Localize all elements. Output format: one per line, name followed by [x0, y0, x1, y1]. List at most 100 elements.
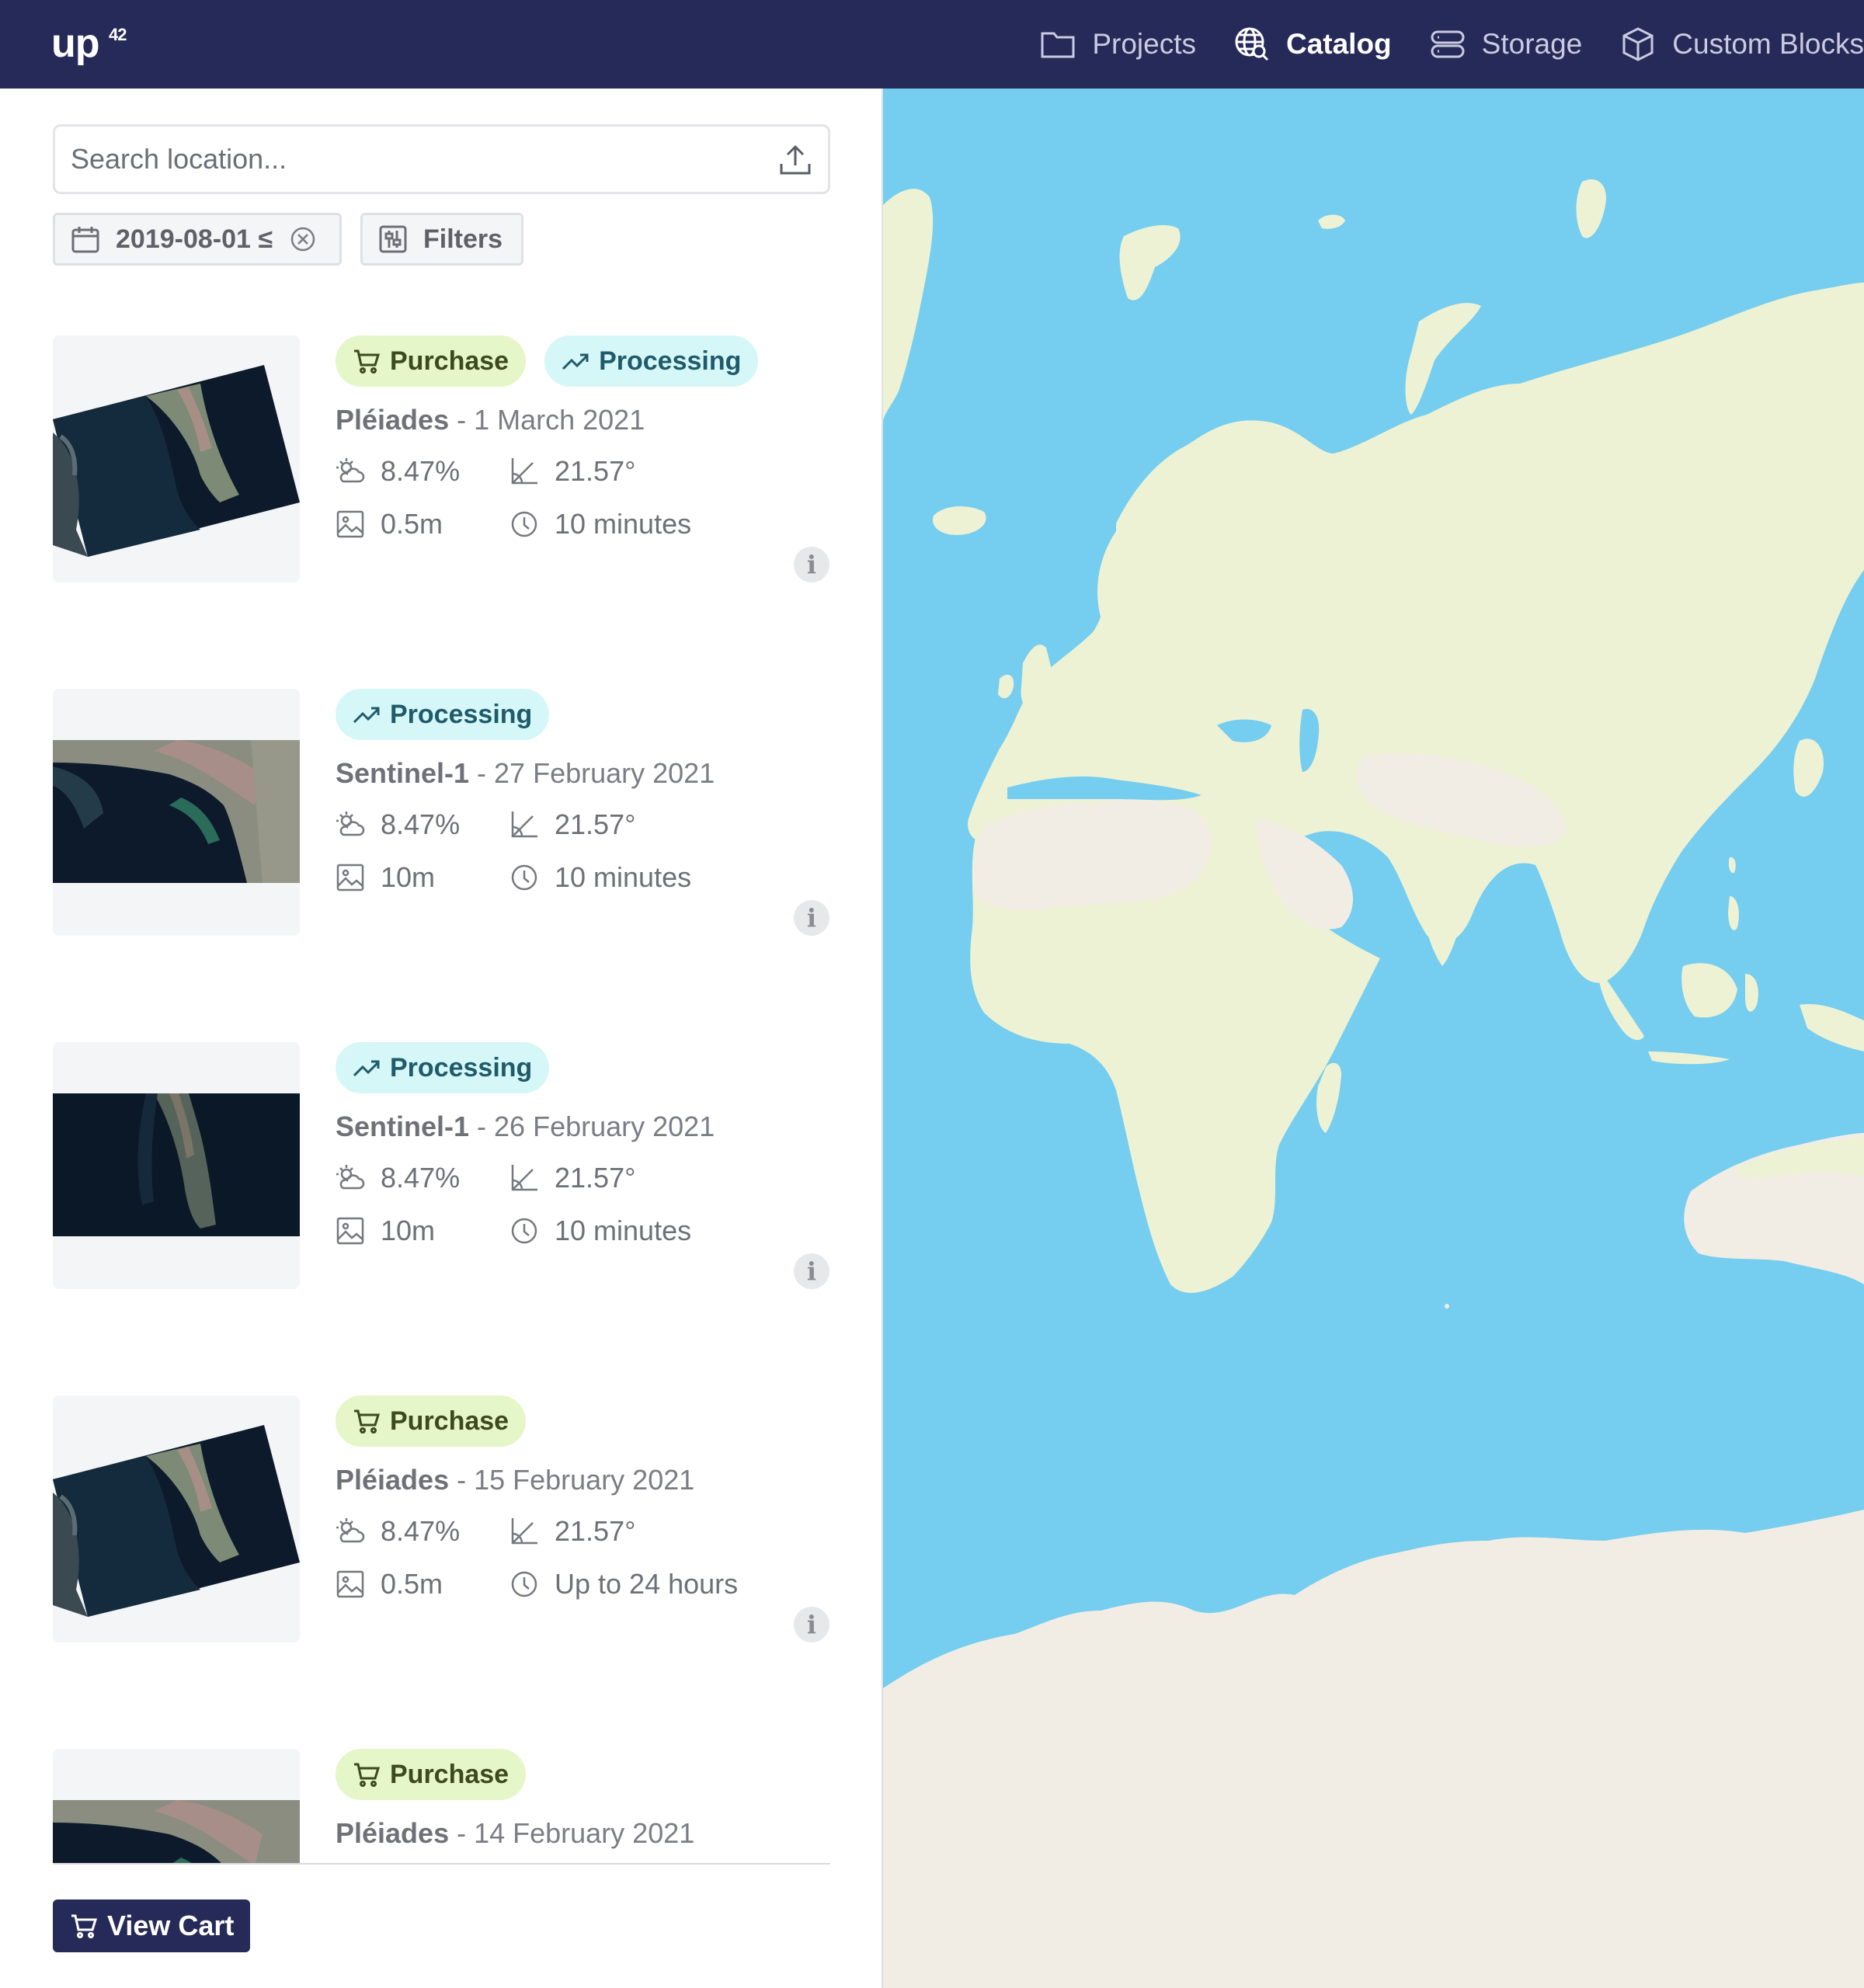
sensor-name: Sentinel-1	[336, 757, 470, 789]
angle-icon	[511, 1518, 537, 1545]
cart-icon	[354, 349, 381, 374]
cart-icon	[354, 1409, 381, 1434]
cloud-sun-icon	[336, 1518, 365, 1543]
cloud-value: 8.47%	[381, 808, 461, 840]
storage-icon	[1429, 26, 1466, 63]
processing-tag: Processing	[544, 335, 759, 387]
info-icon[interactable]: i	[794, 1607, 829, 1642]
cart-icon	[354, 1763, 381, 1787]
result-card[interactable]: Purchase Processing Pléiades - 1 March 2…	[53, 335, 830, 582]
filters-label: Filters	[423, 224, 503, 254]
info-icon[interactable]: i	[794, 900, 829, 936]
acquisition-date: - 27 February 2021	[469, 757, 715, 789]
acquisition-date: - 1 March 2021	[449, 404, 645, 436]
great-britain	[1021, 645, 1059, 718]
info-icon[interactable]: i	[794, 547, 829, 582]
delivery-value: 10 minutes	[555, 861, 692, 893]
filters-button[interactable]: Filters	[360, 213, 523, 266]
list-divider	[53, 1863, 830, 1865]
java	[1648, 1051, 1730, 1065]
angle-value: 21.57°	[555, 808, 636, 840]
delivery-time: 10 minutes	[509, 1215, 691, 1247]
scene-thumbnail	[53, 1395, 300, 1642]
nav-custom-blocks[interactable]: Custom Blocks	[1619, 26, 1864, 63]
nav-storage[interactable]: Storage	[1429, 26, 1582, 63]
trend-up-icon	[353, 1060, 380, 1077]
scene-title: Sentinel-1 - 26 February 2021	[336, 1110, 715, 1143]
search-location-input[interactable]	[71, 127, 770, 192]
resolution-value: 10m	[381, 1215, 436, 1246]
image-icon	[336, 1217, 364, 1245]
purchase-tag: Purchase	[336, 335, 527, 387]
cart-icon	[71, 1914, 98, 1938]
ireland	[998, 674, 1014, 699]
delivery-time: 10 minutes	[509, 861, 691, 894]
tag-group: Purchase	[336, 1395, 544, 1447]
incidence-angle: 21.57°	[509, 1515, 635, 1548]
tag-group: Purchase	[336, 1749, 544, 1800]
image-icon	[336, 864, 364, 891]
resolution-value: 0.5m	[381, 1568, 443, 1600]
delivery-time: Up to 24 hours	[509, 1568, 738, 1600]
nav-projects-label: Projects	[1092, 28, 1196, 60]
franz-josef-land	[1318, 214, 1345, 229]
cloud-value: 8.47%	[381, 1162, 461, 1194]
purchase-tag-label: Purchase	[390, 1406, 509, 1436]
date-filter-chip[interactable]: 2019-08-01 ≤	[53, 213, 342, 266]
delivery-value: 10 minutes	[555, 1215, 692, 1246]
clock-icon	[511, 864, 537, 891]
sensor-name: Sentinel-1	[336, 1110, 470, 1142]
upload-icon[interactable]	[777, 141, 814, 178]
world-map[interactable]	[883, 89, 1864, 1988]
view-cart-button[interactable]: View Cart	[53, 1899, 250, 1952]
processing-tag-label: Processing	[390, 1052, 533, 1083]
resolution: 0.5m	[336, 1568, 443, 1600]
processing-tag: Processing	[336, 689, 550, 740]
cloud-sun-icon	[336, 812, 365, 836]
nav-catalog-label: Catalog	[1285, 28, 1392, 60]
result-card[interactable]: Purchase Pléiades - 15 February 2021 8.4…	[53, 1395, 830, 1642]
angle-icon	[511, 458, 537, 485]
japan	[1793, 739, 1824, 797]
sensor-name: Pléiades	[336, 1464, 450, 1496]
borneo	[1681, 963, 1737, 1018]
delivery-value: 10 minutes	[555, 508, 692, 540]
scene-title: Sentinel-1 - 27 February 2021	[336, 757, 715, 790]
clock-icon	[511, 1571, 537, 1597]
catalog-results-panel: 2019-08-01 ≤ Filters Purchase P	[0, 89, 882, 1988]
processing-tag-label: Processing	[390, 699, 533, 729]
acquisition-date: - 15 February 2021	[449, 1464, 695, 1496]
result-card[interactable]: Processing Sentinel-1 - 27 February 2021…	[53, 689, 830, 936]
date-filter-label: 2019-08-01 ≤	[116, 224, 273, 254]
sulawesi	[1745, 974, 1758, 1012]
processing-tag: Processing	[336, 1042, 550, 1093]
top-navigation-bar: up 42 Projects Catalog Storage Custom Blo…	[0, 0, 1864, 89]
up42-logo[interactable]: up 42	[51, 20, 127, 67]
tag-group: Processing	[336, 689, 568, 740]
sensor-name: Pléiades	[336, 1817, 450, 1849]
nav-projects[interactable]: Projects	[1039, 26, 1196, 63]
purchase-tag: Purchase	[336, 1395, 527, 1447]
scene-thumbnail	[53, 689, 300, 936]
folder-icon	[1039, 26, 1076, 63]
angle-icon	[511, 1165, 537, 1191]
purchase-tag-label: Purchase	[390, 1759, 509, 1789]
cloud-coverage: 8.47%	[336, 1162, 460, 1194]
sliders-icon	[379, 225, 407, 253]
sensor-name: Pléiades	[336, 404, 450, 436]
logo-text: up	[51, 21, 100, 66]
nav-catalog[interactable]: Catalog	[1233, 26, 1392, 63]
delivery-time: 10 minutes	[509, 508, 691, 540]
cloud-coverage: 8.47%	[336, 455, 460, 488]
greenland-edge	[883, 189, 934, 422]
resolution: 10m	[336, 861, 435, 894]
result-card[interactable]: Processing Sentinel-1 - 26 February 2021…	[53, 1042, 830, 1289]
resolution-value: 0.5m	[381, 508, 443, 540]
incidence-angle: 21.57°	[509, 808, 635, 841]
clock-icon	[511, 511, 537, 537]
close-icon[interactable]	[290, 226, 316, 252]
taiwan	[1728, 857, 1736, 874]
info-icon[interactable]: i	[794, 1253, 829, 1289]
scene-title: Pléiades - 15 February 2021	[336, 1464, 694, 1496]
globe-search-icon	[1233, 26, 1271, 63]
